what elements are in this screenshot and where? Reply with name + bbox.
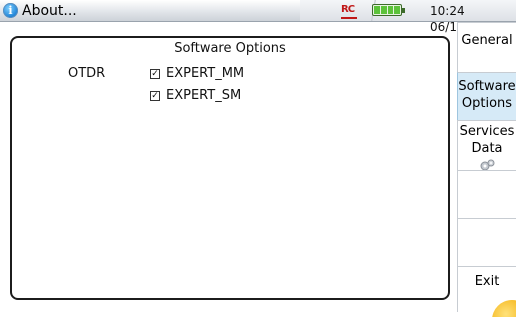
battery-icon xyxy=(372,4,405,16)
window-title: About... xyxy=(22,3,77,19)
exit-corner-icon xyxy=(458,267,516,317)
software-options-button[interactable]: Software Options xyxy=(457,72,516,120)
sidebar: General Software Options Services Data E… xyxy=(457,22,516,317)
checkbox-icon: ✓ xyxy=(150,91,160,101)
title-bar: i About... RC 10:24 06/15/2011 xyxy=(0,0,516,34)
time: 10:24 xyxy=(430,4,465,18)
empty-softkey-2[interactable] xyxy=(457,218,516,266)
panel-title: Software Options xyxy=(174,41,286,56)
option-label: EXPERT_MM xyxy=(166,66,245,81)
info-icon: i xyxy=(3,3,18,18)
services-data-button[interactable]: Services Data xyxy=(457,120,516,171)
empty-softkey-1[interactable] xyxy=(457,170,516,218)
option-label: EXPERT_SM xyxy=(166,88,242,103)
software-options-panel: Software Options OTDR ✓ EXPERT_MM ✓ EXPERT… xyxy=(10,36,450,300)
option-expert-sm: ✓ EXPERT_SM xyxy=(150,88,241,104)
general-button[interactable]: General xyxy=(457,22,516,72)
module-label: OTDR xyxy=(68,66,106,81)
checkbox-icon: ✓ xyxy=(150,69,160,79)
button-label: General xyxy=(461,33,513,48)
exit-button[interactable]: Exit xyxy=(457,266,516,317)
option-expert-mm: ✓ EXPERT_MM xyxy=(150,66,244,82)
remote-control-icon: RC xyxy=(341,4,357,19)
